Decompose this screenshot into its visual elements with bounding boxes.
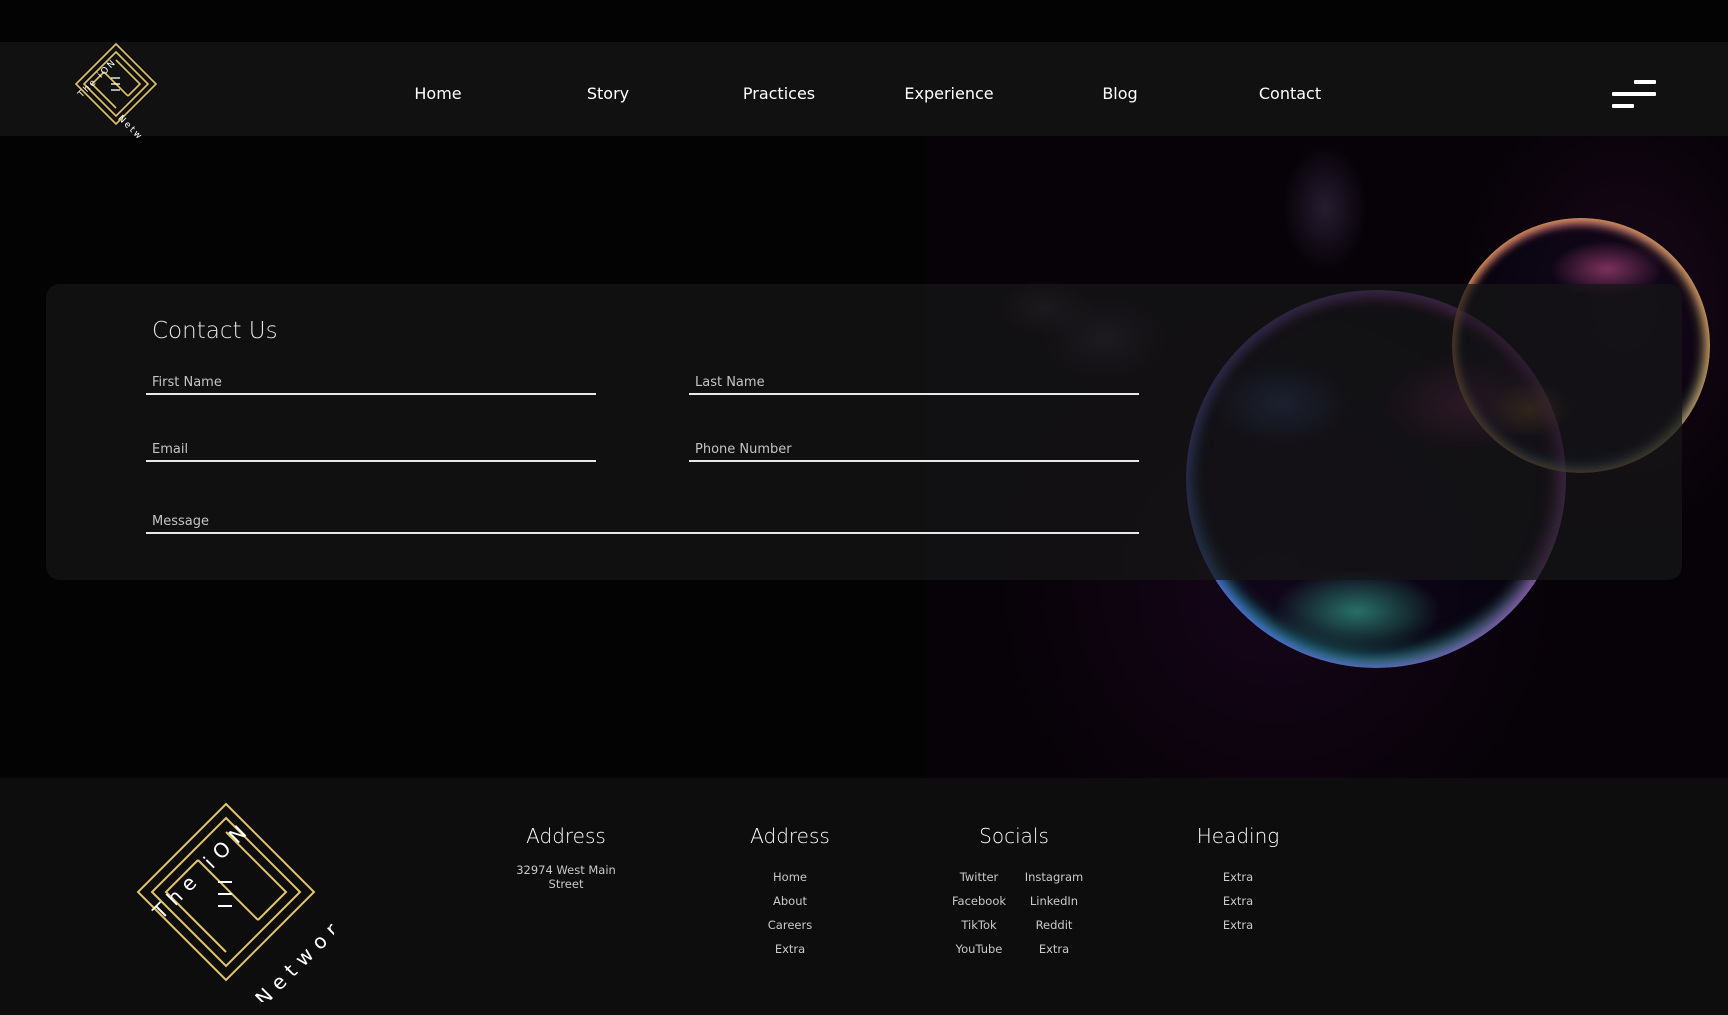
nav-experience[interactable]: Experience bbox=[904, 84, 993, 103]
first-name-field bbox=[146, 371, 596, 395]
footer-link-home[interactable]: Home bbox=[773, 870, 807, 884]
footer-link-extra[interactable]: Extra bbox=[775, 942, 805, 956]
page: The iON Network Home Story Practices Exp… bbox=[0, 0, 1728, 1015]
nav-home[interactable]: Home bbox=[414, 84, 461, 103]
email-input[interactable] bbox=[146, 438, 596, 460]
footer-link-extra[interactable]: Extra bbox=[1223, 870, 1253, 884]
footer-link-facebook[interactable]: Facebook bbox=[952, 894, 1006, 908]
logo-text-bottom: Network bbox=[115, 114, 159, 138]
message-field bbox=[146, 510, 1139, 534]
phone-input[interactable] bbox=[689, 438, 1139, 460]
message-input[interactable] bbox=[146, 510, 1139, 532]
logo-text-top: The iON bbox=[147, 816, 256, 925]
footer-link-tiktok[interactable]: TikTok bbox=[961, 918, 996, 932]
footer-link-instagram[interactable]: Instagram bbox=[1025, 870, 1084, 884]
footer-address-text: 32974 West Main Street bbox=[516, 863, 616, 891]
email-field bbox=[146, 438, 596, 462]
nav-practices[interactable]: Practices bbox=[743, 84, 815, 103]
last-name-input[interactable] bbox=[689, 372, 1139, 393]
footer-heading-socials: Socials bbox=[979, 824, 1049, 848]
last-name-field bbox=[689, 372, 1139, 395]
footer-heading-address: Address bbox=[526, 824, 606, 848]
main-nav: Home Story Practices Experience Blog Con… bbox=[0, 84, 1728, 106]
footer-link-careers[interactable]: Careers bbox=[768, 918, 812, 932]
nav-story[interactable]: Story bbox=[587, 84, 629, 103]
footer-link-extra[interactable]: Extra bbox=[1223, 894, 1253, 908]
phone-field bbox=[689, 438, 1139, 462]
footer-heading-extra: Heading bbox=[1196, 824, 1280, 848]
footer-link-linkedin[interactable]: LinkedIn bbox=[1030, 894, 1078, 908]
footer-heading-pages: Address bbox=[750, 824, 830, 848]
footer-link-extra[interactable]: Extra bbox=[1039, 942, 1069, 956]
footer-link-twitter[interactable]: Twitter bbox=[960, 870, 999, 884]
footer-link-reddit[interactable]: Reddit bbox=[1036, 918, 1073, 932]
nav-contact[interactable]: Contact bbox=[1259, 84, 1321, 103]
footer-link-extra[interactable]: Extra bbox=[1223, 918, 1253, 932]
first-name-input[interactable] bbox=[146, 371, 596, 393]
footer-link-youtube[interactable]: YouTube bbox=[956, 942, 1003, 956]
contact-title: Contact Us bbox=[152, 318, 278, 344]
nav-blog[interactable]: Blog bbox=[1102, 84, 1137, 103]
footer-link-about[interactable]: About bbox=[773, 894, 807, 908]
contact-form-panel bbox=[46, 284, 1682, 580]
hamburger-menu-icon[interactable] bbox=[1612, 80, 1656, 110]
brand-logo-large[interactable]: The iON Network bbox=[118, 792, 334, 1002]
